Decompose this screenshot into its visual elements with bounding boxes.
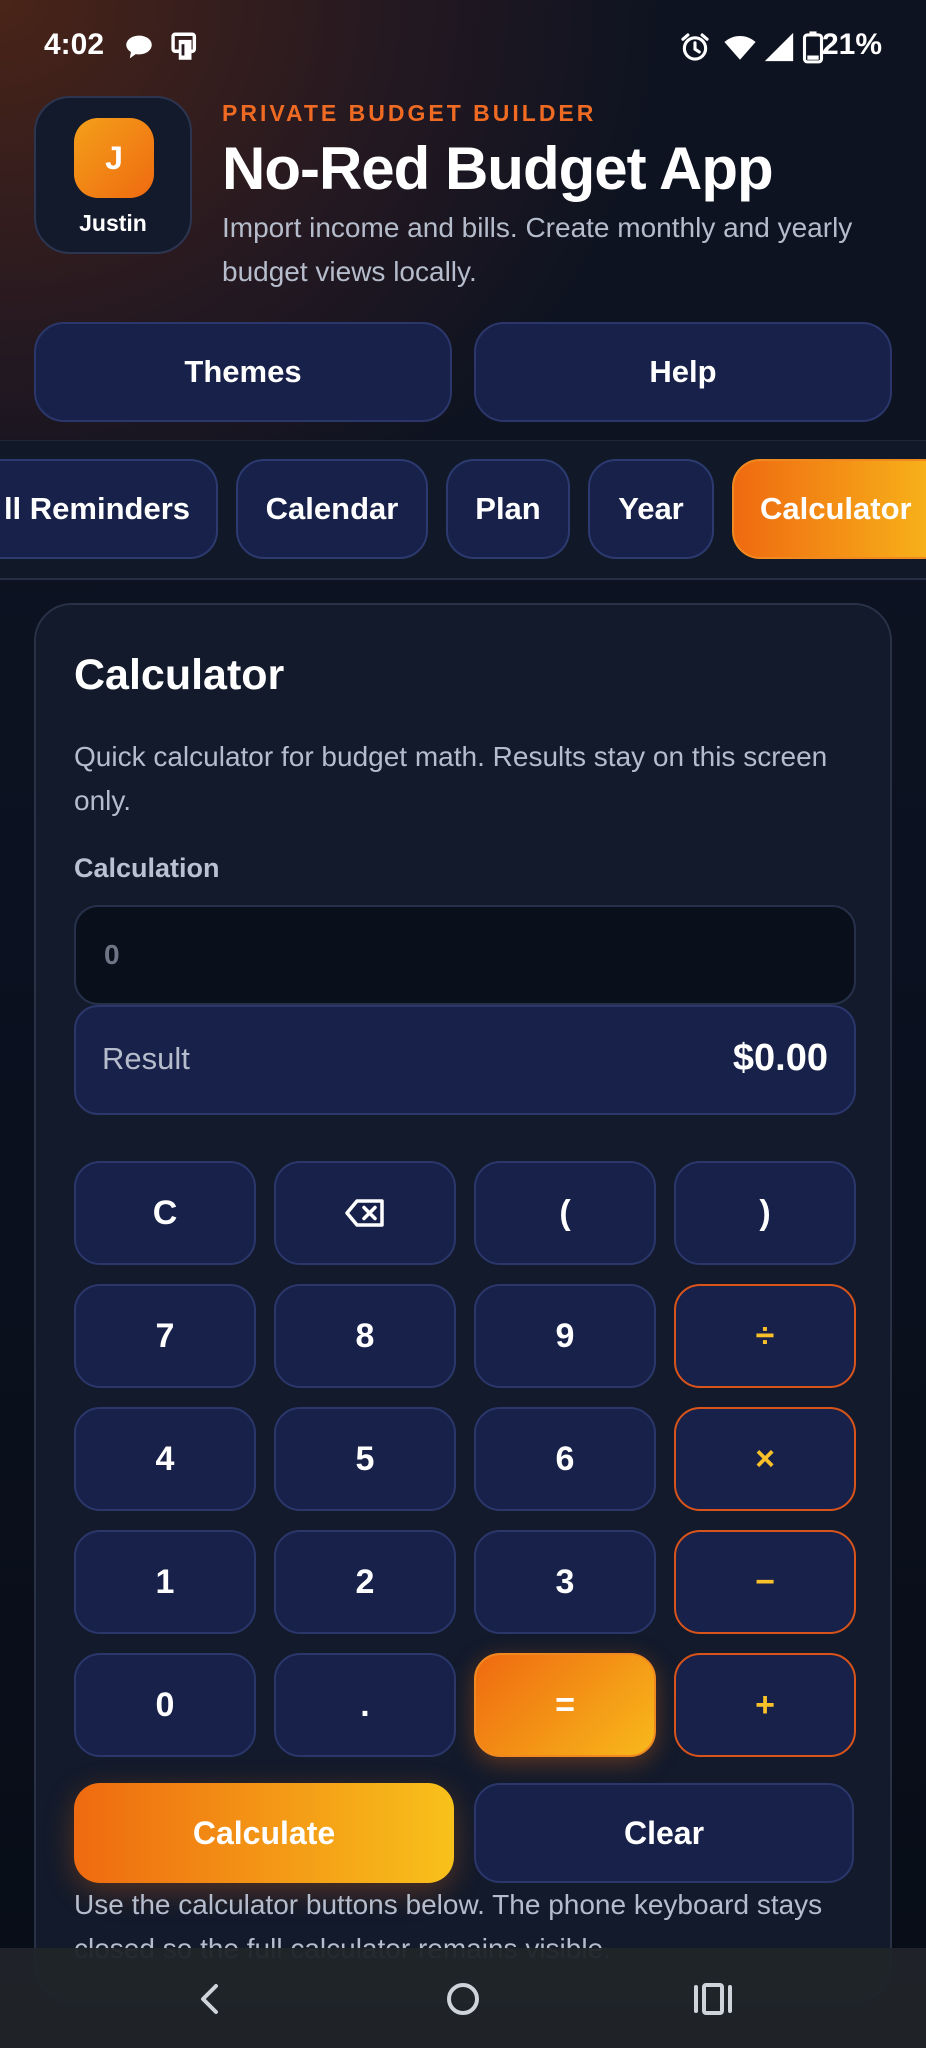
key-1[interactable]: 1 [74,1530,256,1634]
key-equals[interactable]: = [474,1653,656,1757]
tab-strip[interactable]: ll Reminders Calendar Plan Year Calculat… [0,440,926,580]
key-3[interactable]: 3 [474,1530,656,1634]
app-title: No-Red Budget App [222,135,774,202]
calculation-label: Calculation [74,853,220,883]
key-5[interactable]: 5 [274,1407,456,1511]
key-subtract[interactable]: − [674,1530,856,1634]
tab-plan[interactable]: Plan [446,459,570,559]
clear-button[interactable]: Clear [474,1783,854,1883]
key-6[interactable]: 6 [474,1407,656,1511]
result-value: $0.00 [732,1037,828,1079]
tab-calendar[interactable]: Calendar [236,459,428,559]
key-close-paren[interactable]: ) [674,1161,856,1265]
key-clear[interactable]: C [74,1161,256,1265]
wifi-icon [724,35,756,60]
status-bar: 4:02 21% [0,0,926,96]
chat-bubble-icon [126,35,152,59]
tab-year[interactable]: Year [588,459,714,559]
tab-calculator[interactable]: Calculator [732,459,926,559]
recents-icon[interactable] [688,1974,738,2024]
profile-card[interactable]: J Justin [34,96,192,254]
cast-icon [171,32,197,60]
key-backspace[interactable] [274,1161,456,1265]
tab-bill-reminders[interactable]: ll Reminders [0,459,218,559]
key-divide[interactable]: ÷ [674,1284,856,1388]
key-2[interactable]: 2 [274,1530,456,1634]
app-subtitle: Import income and bills. Create monthly … [222,212,853,287]
back-icon[interactable] [186,1974,236,2024]
alarm-icon [681,33,709,61]
user-name: Justin [79,210,147,236]
help-button[interactable]: Help [474,322,892,422]
key-decimal[interactable]: . [274,1653,456,1757]
key-7[interactable]: 7 [74,1284,256,1388]
key-8[interactable]: 8 [274,1284,456,1388]
card-title: Calculator [74,651,285,699]
backspace-icon [345,1199,384,1227]
result-label: Result [102,1041,190,1076]
card-description: Quick calculator for budget math. Result… [74,741,828,816]
key-add[interactable]: + [674,1653,856,1757]
result-box: Result $0.00 [74,1005,856,1115]
themes-button[interactable]: Themes [34,322,452,422]
calculator-card: Calculator Quick calculator for budget m… [34,603,892,2003]
key-0[interactable]: 0 [74,1653,256,1757]
key-multiply[interactable]: × [674,1407,856,1511]
key-4[interactable]: 4 [74,1407,256,1511]
system-nav-bar [0,1948,926,2048]
status-time: 4:02 [44,28,105,61]
key-open-paren[interactable]: ( [474,1161,656,1265]
avatar: J [74,118,154,198]
calculation-input[interactable] [74,905,856,1005]
key-9[interactable]: 9 [474,1284,656,1388]
signal-icon [764,32,794,62]
app-eyebrow: PRIVATE BUDGET BUILDER [222,100,597,126]
battery-percent: 21% [821,28,882,61]
home-icon[interactable] [438,1974,488,2024]
calculate-button[interactable]: Calculate [74,1783,454,1883]
